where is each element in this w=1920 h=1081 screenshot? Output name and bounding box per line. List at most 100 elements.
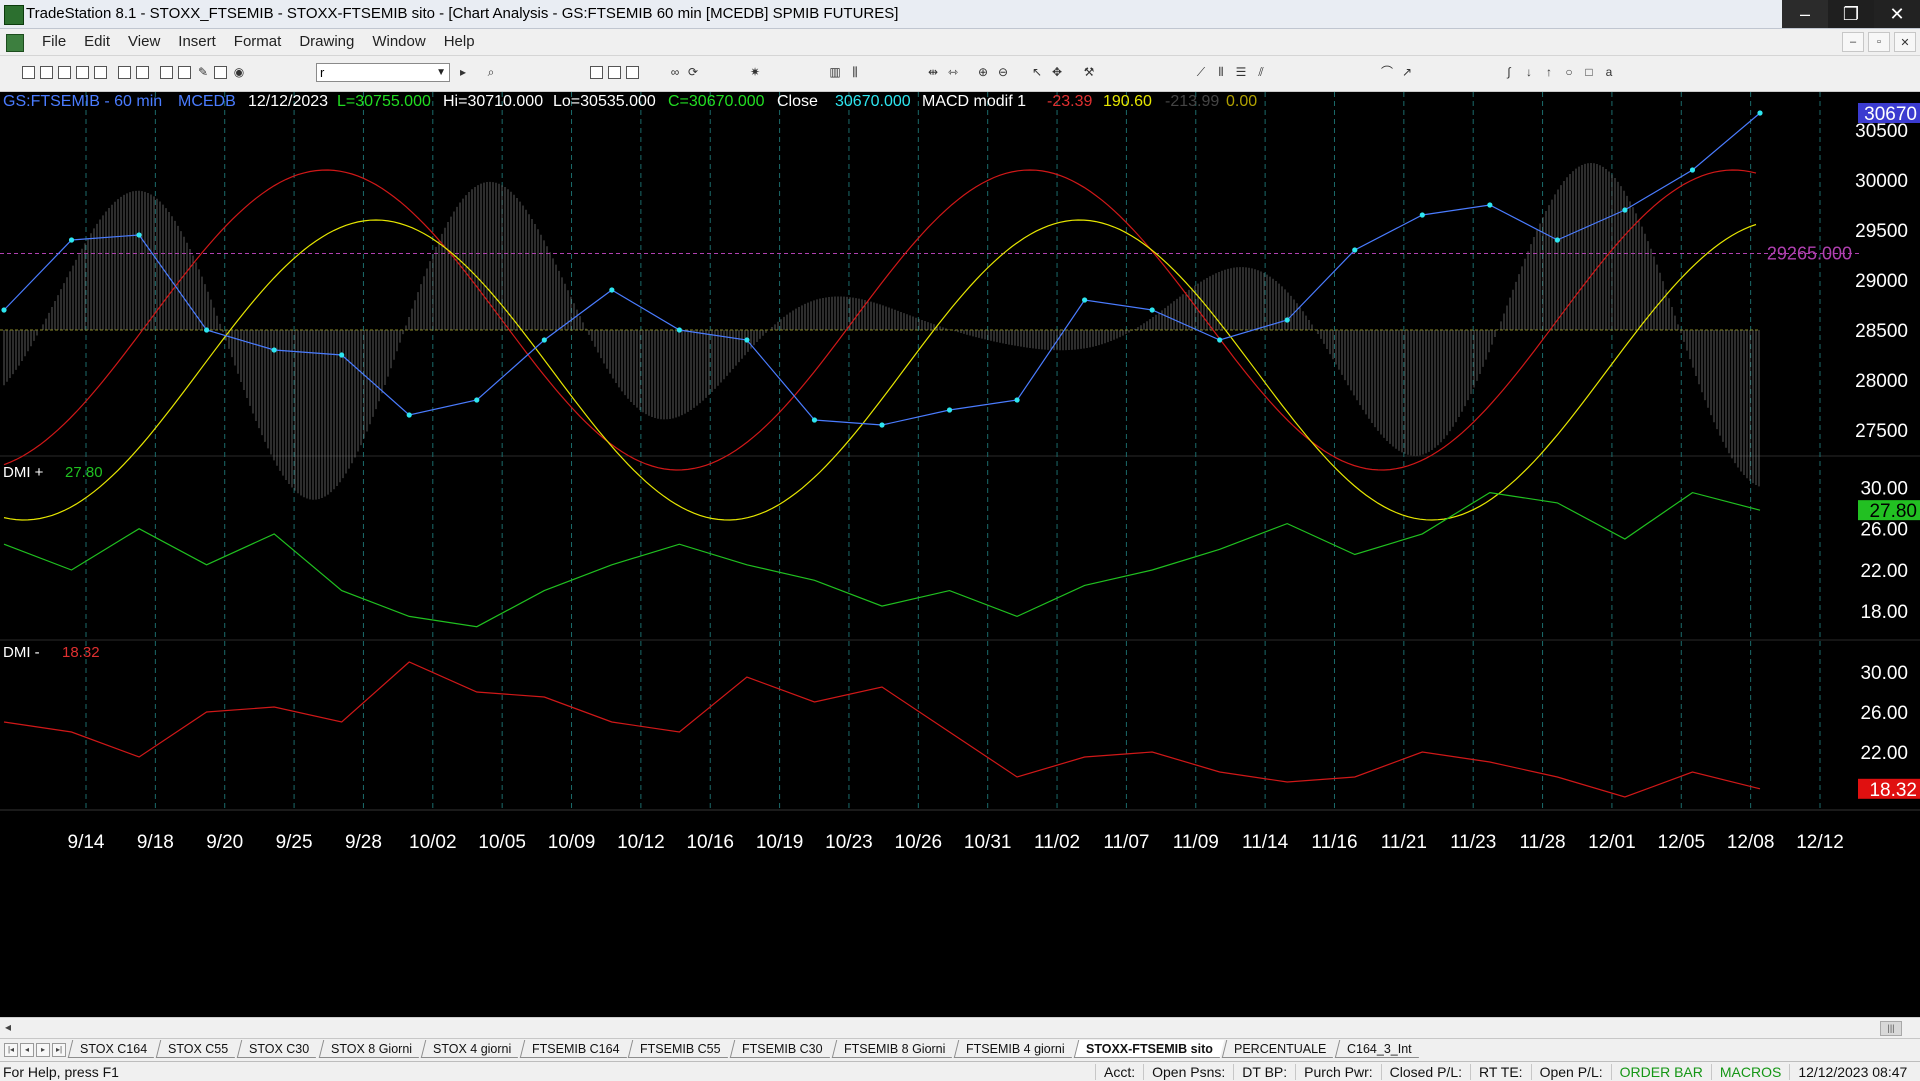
restore-button[interactable]: ❐ bbox=[1828, 0, 1874, 28]
cursor-icon[interactable]: ✥ bbox=[1050, 65, 1064, 79]
refresh-icon[interactable]: ⟳ bbox=[686, 65, 700, 79]
x-tick-label: 12/12 bbox=[1796, 832, 1844, 853]
x-tick-label: 10/19 bbox=[756, 832, 804, 853]
price-y-tick: 28500 bbox=[1855, 321, 1908, 342]
compress-icon[interactable]: ⇿ bbox=[946, 65, 960, 79]
radar-icon[interactable] bbox=[608, 66, 621, 79]
arc-icon[interactable]: ⌒ bbox=[1380, 65, 1394, 79]
zoom-in-icon[interactable]: ⊕ bbox=[976, 65, 990, 79]
tab-ftsemib-8-giorni[interactable]: FTSEMIB 8 Giorni bbox=[831, 1040, 957, 1058]
tools-icon[interactable]: ⚒ bbox=[1082, 65, 1096, 79]
vertical-lines-icon[interactable]: ⦀ bbox=[1214, 65, 1228, 79]
horizontal-lines-icon[interactable]: ☰ bbox=[1234, 65, 1248, 79]
ellipse-icon[interactable]: ○ bbox=[1562, 65, 1576, 79]
print-icon[interactable] bbox=[136, 66, 149, 79]
bar-chart-icon[interactable]: ▥ bbox=[828, 65, 842, 79]
price-point bbox=[68, 237, 75, 243]
tab-stox-c164[interactable]: STOX C164 bbox=[67, 1040, 159, 1058]
menu-format[interactable]: Format bbox=[225, 33, 291, 50]
header-low: Lo=30535.000 bbox=[553, 93, 656, 110]
menu-window[interactable]: Window bbox=[363, 33, 434, 50]
price-point bbox=[136, 232, 142, 238]
copy-icon[interactable] bbox=[76, 66, 89, 79]
tab-first-icon[interactable]: |◂ bbox=[4, 1043, 18, 1057]
rectangle-icon[interactable]: □ bbox=[1582, 65, 1596, 79]
new-icon[interactable] bbox=[22, 66, 35, 79]
mdi-restore-button[interactable]: ▫ bbox=[1868, 32, 1890, 52]
tab-ftsemib-c164[interactable]: FTSEMIB C164 bbox=[519, 1040, 631, 1058]
lookup-icon[interactable]: ⌕ bbox=[484, 65, 498, 79]
menu-file[interactable]: File bbox=[33, 33, 75, 50]
scroll-thumb[interactable]: ||| bbox=[1880, 1021, 1902, 1036]
tab-ftsemib-4-giorni[interactable]: FTSEMIB 4 giorni bbox=[953, 1040, 1076, 1058]
price-point bbox=[1757, 110, 1763, 116]
x-tick-label: 12/05 bbox=[1658, 832, 1706, 853]
tab-stox-c55[interactable]: STOX C55 bbox=[155, 1040, 240, 1058]
mdi-minimize-button[interactable]: – bbox=[1842, 32, 1864, 52]
tab-stox-8-giorni[interactable]: STOX 8 Giorni bbox=[318, 1040, 423, 1058]
menu-help[interactable]: Help bbox=[435, 33, 484, 50]
minimize-button[interactable]: – bbox=[1782, 0, 1828, 28]
arrow-icon[interactable]: ↗ bbox=[1400, 65, 1414, 79]
tab-percentuale[interactable]: PERCENTUALE bbox=[1221, 1040, 1338, 1058]
brush-icon[interactable]: ✎ bbox=[196, 65, 210, 79]
text-icon[interactable]: a bbox=[1602, 65, 1616, 79]
open-icon[interactable] bbox=[58, 66, 71, 79]
zoom-out-icon[interactable]: ⊖ bbox=[996, 65, 1010, 79]
arrow-up-icon[interactable]: ↑ bbox=[1542, 65, 1556, 79]
x-tick-label: 9/28 bbox=[345, 832, 382, 853]
new-workspace-icon[interactable] bbox=[40, 66, 53, 79]
status-macros[interactable]: MACROS bbox=[1710, 1064, 1789, 1080]
status-order-bar[interactable]: ORDER BAR bbox=[1610, 1064, 1711, 1080]
tab-ftsemib-c55[interactable]: FTSEMIB C55 bbox=[628, 1040, 733, 1058]
link-icon[interactable]: ∞ bbox=[668, 65, 682, 79]
chart-area[interactable]: 9/14 9/18 9/20 9/25 9/28 10/02 10/05 10/09 10/12… bbox=[0, 92, 1920, 989]
menu-insert[interactable]: Insert bbox=[169, 33, 225, 50]
color-icon[interactable]: ◉ bbox=[232, 65, 246, 79]
price-y-tick: 29000 bbox=[1855, 271, 1908, 292]
tab-last-icon[interactable]: ▸| bbox=[52, 1043, 66, 1057]
header-last: L=30755.000 bbox=[337, 93, 431, 110]
print-preview-icon[interactable] bbox=[118, 66, 131, 79]
tab-stox-4-giorni[interactable]: STOX 4 giorni bbox=[420, 1040, 523, 1058]
arrow-down-icon[interactable]: ↓ bbox=[1522, 65, 1536, 79]
price-point bbox=[1554, 237, 1560, 243]
tab-next-icon[interactable]: ▸ bbox=[36, 1043, 50, 1057]
expand-icon[interactable]: ⇹ bbox=[926, 65, 940, 79]
window-tile-icon[interactable] bbox=[178, 66, 191, 79]
dmi-minus-y-tick: 26.00 bbox=[1860, 703, 1908, 724]
candle-icon[interactable]: ⫼ bbox=[848, 65, 862, 79]
horizontal-scrollbar[interactable]: ◂ ||| bbox=[0, 1017, 1920, 1038]
chart-svg[interactable]: 9/14 9/18 9/20 9/25 9/28 10/02 10/05 10/09 10/12… bbox=[0, 92, 1920, 989]
tab-ftsemib-c30[interactable]: FTSEMIB C30 bbox=[729, 1040, 834, 1058]
x-tick-label: 11/02 bbox=[1034, 832, 1080, 853]
window-icon[interactable] bbox=[160, 66, 173, 79]
chart-icon[interactable] bbox=[590, 66, 603, 79]
pointer-icon[interactable]: ↖ bbox=[1030, 65, 1044, 79]
menu-edit[interactable]: Edit bbox=[75, 33, 119, 50]
curve-icon[interactable]: ∫ bbox=[1502, 65, 1516, 79]
dmi-minus-y-tick: 30.00 bbox=[1860, 663, 1908, 684]
save-icon[interactable] bbox=[94, 66, 107, 79]
scroll-left-icon[interactable]: ◂ bbox=[5, 1020, 11, 1034]
tab-c164-3-int[interactable]: C164_3_Int bbox=[1334, 1040, 1423, 1058]
tab-prev-icon[interactable]: ◂ bbox=[20, 1043, 34, 1057]
dmi-plus-label: DMI + bbox=[3, 464, 44, 481]
close-button[interactable]: ✕ bbox=[1874, 0, 1920, 28]
price-point bbox=[1284, 317, 1290, 323]
channel-icon[interactable]: ⫽ bbox=[1254, 65, 1268, 79]
play-icon[interactable]: ▸ bbox=[456, 65, 470, 79]
menu-drawing[interactable]: Drawing bbox=[290, 33, 363, 50]
trendline-icon[interactable]: ⟋ bbox=[1194, 65, 1208, 79]
grid-icon[interactable] bbox=[626, 66, 639, 79]
menu-view[interactable]: View bbox=[119, 33, 169, 50]
app-icon bbox=[4, 5, 24, 25]
header-close-label: Close bbox=[777, 93, 818, 110]
mdi-close-button[interactable]: ✕ bbox=[1894, 32, 1916, 52]
hub-icon[interactable]: ✷ bbox=[748, 65, 762, 79]
symbol-select[interactable]: r ▼ bbox=[316, 63, 450, 82]
tab-stoxx-ftsemib-sito[interactable]: STOXX-FTSEMIB sito bbox=[1073, 1040, 1224, 1058]
tab-stox-c30[interactable]: STOX C30 bbox=[237, 1040, 321, 1058]
chart-doc-icon[interactable] bbox=[6, 34, 24, 52]
lock-icon[interactable] bbox=[214, 66, 227, 79]
